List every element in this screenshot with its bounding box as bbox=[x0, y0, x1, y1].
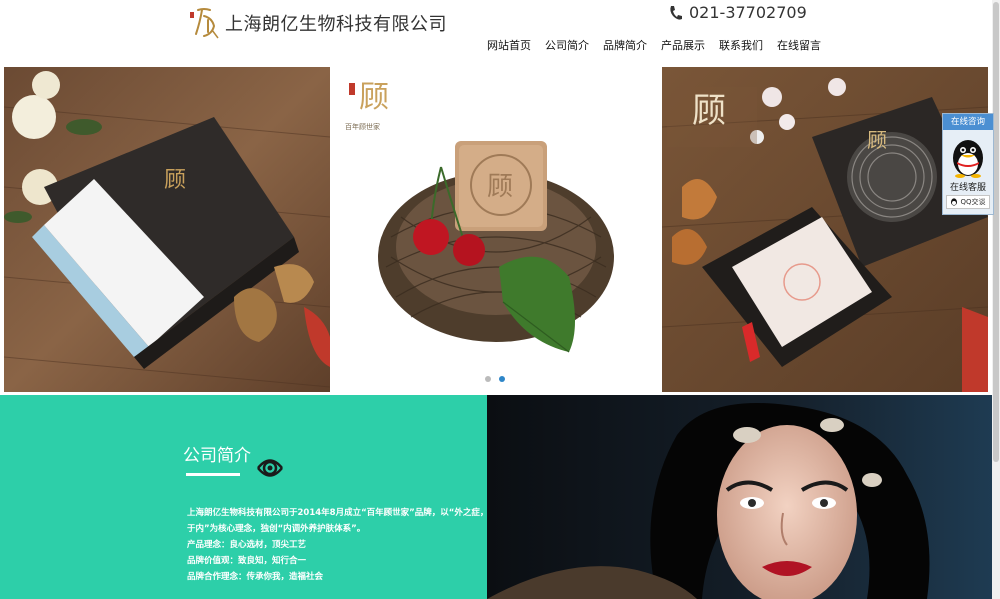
model-photo bbox=[487, 395, 992, 599]
model-portrait-image bbox=[487, 395, 992, 599]
banner-carousel[interactable]: 顾 顾 百年顾世家 顾 顾 顾 bbox=[0, 62, 992, 395]
phone-text: 021-37702709 bbox=[689, 3, 807, 22]
qq-service-label: 在线客服 bbox=[949, 183, 986, 193]
svg-text:顾: 顾 bbox=[867, 128, 887, 152]
gift-box-photo: 顾 bbox=[4, 67, 330, 392]
banner-image-drawer-box: 顾 顾 bbox=[662, 67, 988, 392]
nav-home[interactable]: 网站首页 bbox=[480, 37, 538, 53]
svg-text:百年顾世家: 百年顾世家 bbox=[345, 122, 380, 131]
page-scrollbar[interactable] bbox=[992, 0, 1000, 599]
soap-nest-photo: 顾 百年顾世家 顾 bbox=[331, 67, 661, 392]
brand-logo-icon[interactable] bbox=[190, 6, 220, 40]
nav-products[interactable]: 产品展示 bbox=[654, 37, 712, 53]
scrollbar-thumb[interactable] bbox=[993, 2, 999, 462]
qq-chat-widget[interactable]: 在线咨询 在线客服 QQ交谈 bbox=[942, 113, 994, 215]
banner-image-gift-box: 顾 bbox=[4, 67, 330, 392]
nav-brand-intro[interactable]: 品牌简介 bbox=[596, 37, 654, 53]
qq-chat-button[interactable]: QQ交谈 bbox=[946, 195, 990, 209]
qq-widget-body: 在线客服 QQ交谈 bbox=[943, 130, 993, 214]
carousel-dot-2[interactable] bbox=[499, 376, 505, 382]
svg-text:顾: 顾 bbox=[692, 91, 726, 131]
about-description: 上海朗亿生物科技有限公司于2014年8月成立“百年顾世家”品牌，以“外之症，根于… bbox=[187, 505, 497, 585]
main-nav: 网站首页 公司简介 品牌简介 产品展示 联系我们 在线留言 bbox=[480, 37, 828, 53]
phone-number: 021-37702709 bbox=[668, 3, 807, 22]
about-title-underline bbox=[186, 473, 240, 476]
about-title: 公司简介 bbox=[183, 446, 251, 466]
nav-company-intro[interactable]: 公司简介 bbox=[538, 37, 596, 53]
about-paragraph-4: 品牌合作理念：传承你我，造福社会 bbox=[187, 572, 324, 582]
qq-chat-button-label: QQ交谈 bbox=[960, 198, 986, 206]
eye-icon bbox=[257, 459, 283, 477]
svg-text:顾: 顾 bbox=[164, 168, 186, 193]
banner-image-soap-nest: 顾 百年顾世家 顾 bbox=[331, 67, 661, 392]
carousel-dot-1[interactable] bbox=[485, 376, 491, 382]
carousel-indicators bbox=[485, 376, 505, 382]
svg-text:顾: 顾 bbox=[359, 80, 389, 115]
qq-widget-header: 在线咨询 bbox=[943, 114, 993, 130]
about-paragraph-2: 产品理念：良心选材，顶尖工艺 bbox=[187, 540, 307, 550]
nav-message[interactable]: 在线留言 bbox=[770, 37, 828, 53]
drawer-box-photo: 顾 顾 bbox=[662, 67, 988, 392]
qq-small-icon bbox=[951, 198, 958, 206]
qq-penguin-icon[interactable] bbox=[949, 136, 987, 178]
nav-contact[interactable]: 联系我们 bbox=[712, 37, 770, 53]
site-header: 上海朗亿生物科技有限公司 021-37702709 网站首页 公司简介 品牌简介… bbox=[0, 0, 1000, 62]
about-paragraph-3: 品牌价值观：致良知，知行合一 bbox=[187, 556, 307, 566]
phone-icon bbox=[670, 5, 682, 20]
about-paragraph-1: 上海朗亿生物科技有限公司于2014年8月成立“百年顾世家”品牌，以“外之症，根于… bbox=[187, 508, 497, 534]
company-name: 上海朗亿生物科技有限公司 bbox=[225, 14, 447, 35]
about-section: 公司简介 上海朗亿生物科技有限公司于2014年8月成立“百年顾世家”品牌，以“外… bbox=[0, 395, 497, 599]
svg-text:顾: 顾 bbox=[487, 172, 513, 202]
